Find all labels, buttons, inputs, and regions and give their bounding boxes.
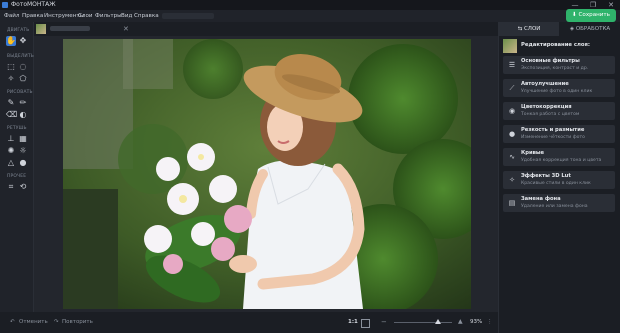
title-bar: ФотоМОНТАЖ — ❐ ✕ <box>0 0 620 10</box>
move-icon[interactable]: ✥ <box>18 36 28 46</box>
tab-processing[interactable]: ◈ ОБРАБОТКА <box>559 22 620 36</box>
filter-desc: Улучшение фото в один клик <box>521 89 593 94</box>
blur-icon[interactable]: △ <box>6 158 16 168</box>
dodge-icon[interactable]: ✺ <box>6 146 16 156</box>
ratio-button[interactable]: 1:1 <box>348 312 358 333</box>
filter-card-sharpness[interactable]: ● Резкость и размытие Изменение чёткости… <box>503 125 615 143</box>
zoom-slider-thumb[interactable] <box>434 319 441 324</box>
menu-edit[interactable]: Правка <box>22 10 43 22</box>
fill-icon[interactable]: ◐ <box>18 110 28 120</box>
app-logo-icon <box>2 2 8 8</box>
section-draw-label: РИСОВАТЬ <box>7 90 33 95</box>
section-select-label: ВЫДЕЛИТЬ <box>7 54 34 59</box>
palette-icon: ◉ <box>508 107 516 115</box>
zoom-out-icon[interactable]: − <box>381 317 387 327</box>
filter-title: Цветокоррекция <box>521 104 572 110</box>
filter-title: Автоулучшение <box>521 81 569 87</box>
sliders-icon: ☰ <box>508 61 516 69</box>
redo-button[interactable]: Повторить <box>62 312 93 333</box>
filter-title: Кривые <box>521 150 545 156</box>
magic-select-icon[interactable]: ✧ <box>6 74 16 84</box>
filter-card-basic[interactable]: ☰ Основные фильтры Экспозиция, контраст … <box>503 56 615 74</box>
layers-icon: ▤ <box>508 199 516 207</box>
drop-icon[interactable]: ● <box>18 158 28 168</box>
bottom-bar: ↶ Отменить ↷ Повторить 1:1 − ▲ 93% ⋮ <box>0 312 498 333</box>
filter-title: Резкость и размытие <box>521 127 585 133</box>
drop-icon: ● <box>508 130 516 138</box>
fit-screen-icon[interactable] <box>361 319 370 328</box>
crop-icon[interactable]: ⌗ <box>6 182 16 192</box>
rect-select-icon[interactable]: ⬚ <box>6 62 16 72</box>
layer-thumbnail[interactable] <box>503 39 517 53</box>
filter-card-color[interactable]: ◉ Цветокоррекция Тонкая работа с цветом <box>503 102 615 120</box>
burn-icon[interactable]: ☼ <box>18 146 28 156</box>
filter-card-curves[interactable]: ∿ Кривые Удобная коррекция тона и цвета <box>503 148 615 166</box>
menu-view[interactable]: Вид <box>121 10 132 22</box>
photo-canvas[interactable] <box>63 39 471 309</box>
stamp-icon[interactable]: ⊥ <box>6 134 16 144</box>
tab-processing-label: ОБРАБОТКА <box>575 26 611 32</box>
hand-icon[interactable]: ✋ <box>6 36 16 46</box>
filter-desc: Красивые стили в один клик <box>521 181 591 186</box>
menu-file[interactable]: Файл <box>4 10 19 22</box>
curves-icon: ∿ <box>509 153 515 161</box>
document-tab-name-blurred[interactable] <box>50 26 90 31</box>
save-button[interactable]: ⬇ Сохранить <box>566 9 616 22</box>
document-tab-strip: ✕ <box>34 22 498 36</box>
patch-icon[interactable]: ▦ <box>18 134 28 144</box>
brush-icon[interactable]: ✎ <box>6 98 16 108</box>
magic-wand-icon: ⟋ <box>509 84 515 92</box>
menu-filters[interactable]: Фильтры <box>95 10 122 22</box>
zoom-menu-icon[interactable]: ⋮ <box>487 312 493 333</box>
section-move-label: ДВИГАТЬ <box>7 28 30 33</box>
undo-button[interactable]: Отменить <box>19 312 48 333</box>
poly-select-icon[interactable]: ⬠ <box>18 74 28 84</box>
menu-help[interactable]: Справка <box>134 10 159 22</box>
menu-bar: Файл Правка Инструменты Слои Фильтры Вид… <box>0 10 620 22</box>
transform-icon[interactable]: ⟲ <box>18 182 28 192</box>
layer-edit-header: Редактирование слоя: <box>521 42 591 48</box>
filter-desc: Удобная коррекция тона и цвета <box>521 158 602 163</box>
section-retouch-label: РЕТУШЬ <box>7 126 27 131</box>
section-other-label: ПРОЧЕЕ <box>7 174 27 179</box>
filter-desc: Изменение чёткости фото <box>521 135 585 140</box>
document-thumbnail[interactable] <box>36 24 46 34</box>
filter-desc: Удаление или замена фона <box>521 204 588 209</box>
tab-layers-label: СЛОИ <box>523 26 541 32</box>
filter-desc: Экспозиция, контраст и др. <box>521 66 589 71</box>
photo-image <box>63 39 471 309</box>
tools-panel: ДВИГАТЬ ✋ ✥ ВЫДЕЛИТЬ ⬚ ◌ ✧ ⬠ РИСОВАТЬ ✎ … <box>0 22 34 312</box>
tab-layers[interactable]: ⇆ СЛОИ <box>499 22 559 36</box>
pencil-icon[interactable]: ✏ <box>18 98 28 108</box>
blurred-menu-area <box>162 13 214 19</box>
right-panel: ⇆ СЛОИ ◈ ОБРАБОТКА Редактирование слоя: … <box>498 22 620 333</box>
filter-card-background[interactable]: ▤ Замена фона Удаление или замена фона <box>503 194 615 212</box>
undo-icon[interactable]: ↶ <box>10 312 15 333</box>
close-tab-icon[interactable]: ✕ <box>123 22 129 36</box>
zoom-in-icon[interactable]: ▲ <box>458 317 463 327</box>
filter-title: Эффекты 3D Lut <box>521 173 571 179</box>
zoom-slider-track[interactable] <box>394 322 452 323</box>
menu-layers[interactable]: Слои <box>78 10 93 22</box>
filter-title: Основные фильтры <box>521 58 580 64</box>
filter-desc: Тонкая работа с цветом <box>521 112 580 117</box>
save-label: Сохранить <box>578 12 610 18</box>
lasso-icon[interactable]: ◌ <box>18 62 28 72</box>
app-title: ФотоМОНТАЖ <box>11 1 56 8</box>
zoom-percent: 93% <box>470 319 483 325</box>
eraser-icon[interactable]: ⌫ <box>6 110 17 120</box>
filter-card-3dlut[interactable]: ✧ Эффекты 3D Lut Красивые стили в один к… <box>503 171 615 189</box>
sparkle-icon: ✧ <box>509 176 515 184</box>
filter-title: Замена фона <box>521 196 561 202</box>
redo-icon[interactable]: ↷ <box>54 312 59 333</box>
filter-card-auto[interactable]: ⟋ Автоулучшение Улучшение фото в один кл… <box>503 79 615 97</box>
